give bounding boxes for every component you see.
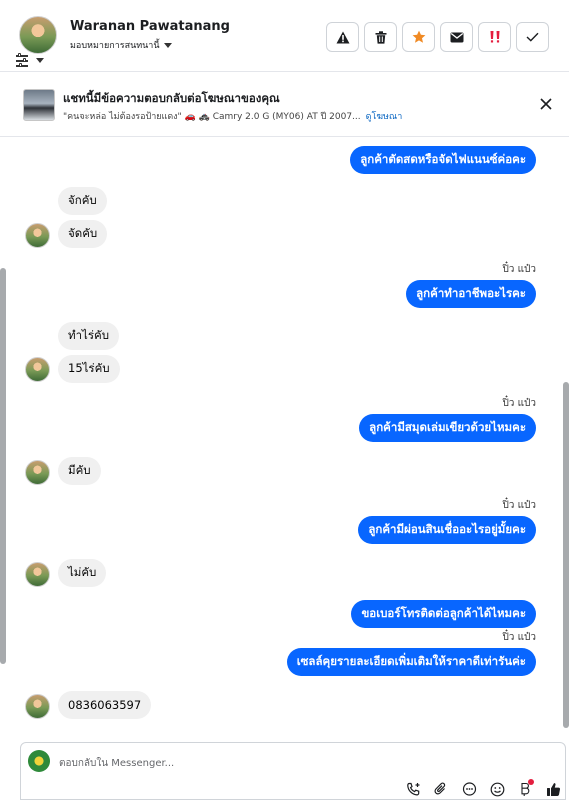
- attachment-icon[interactable]: [431, 781, 451, 797]
- envelope-icon: [450, 32, 463, 42]
- star-button[interactable]: [402, 22, 435, 52]
- trash-icon: [375, 30, 386, 44]
- sliders-icon: [16, 53, 30, 67]
- star-icon: [412, 30, 425, 43]
- delete-button[interactable]: [364, 22, 397, 52]
- message-composer: ตอบกลับใน Messenger...: [20, 742, 566, 800]
- thread-scrollbar[interactable]: [563, 382, 569, 728]
- call-plus-icon[interactable]: [403, 781, 423, 797]
- double-exclamation-icon: [490, 31, 499, 43]
- sender-label: ปิ๋ว แป๋ว: [502, 264, 536, 275]
- reply-input[interactable]: ตอบกลับใน Messenger...: [59, 756, 174, 771]
- smiley-glyph: [490, 782, 504, 796]
- contact-avatar[interactable]: [19, 16, 57, 54]
- report-button[interactable]: [326, 22, 359, 52]
- outgoing-message[interactable]: ลูกค้าทำอาชีพอะไรคะ: [406, 280, 536, 308]
- outgoing-message[interactable]: เซลล์คุยรายละเอียดเพิ่มเติมให้ราคาดีเท่า…: [286, 648, 536, 676]
- message-thread[interactable]: ลูกค้าตัดสดหรือจัดไฟแนนซ์ค่อคะ จักคับ จั…: [0, 138, 569, 738]
- incoming-message[interactable]: จัดคับ: [58, 220, 108, 248]
- incoming-message[interactable]: มีคับ: [58, 457, 101, 485]
- chevron-down-icon: [36, 57, 44, 63]
- contact-avatar-small: [25, 460, 50, 485]
- warning-icon: [336, 31, 349, 43]
- conversation-actions: [326, 22, 549, 52]
- mark-unread-button[interactable]: [440, 22, 473, 52]
- paperclip-glyph: [434, 782, 446, 794]
- incoming-message[interactable]: ทำไร่คับ: [58, 322, 119, 350]
- contact-avatar-small: [25, 223, 50, 248]
- sender-label: ปิ๋ว แป๋ว: [502, 632, 536, 643]
- sender-label: ปิ๋ว แป๋ว: [502, 398, 536, 409]
- chevron-down-icon: [163, 42, 172, 48]
- view-ad-link[interactable]: ดูโฆษณา: [366, 109, 403, 123]
- chat-bubble-glyph: [462, 781, 476, 796]
- composer-tools: [403, 779, 563, 797]
- ad-reply-banner: แชทนี้มีข้อความตอบกลับต่อโฆษณาของคุณ "คน…: [0, 73, 569, 137]
- outgoing-message[interactable]: ลูกค้าตัดสดหรือจัดไฟแนนซ์ค่อคะ: [350, 146, 536, 174]
- notification-dot: [528, 779, 534, 785]
- outgoing-message[interactable]: ขอเบอร์โทรติดต่อลูกค้าได้ไหมคะ: [351, 600, 536, 628]
- assign-label: มอบหมายการสนทนานี้: [70, 41, 160, 51]
- incoming-message[interactable]: จักคับ: [58, 187, 107, 215]
- page-avatar: [28, 750, 50, 772]
- ad-banner-title: แชทนี้มีข้อความตอบกลับต่อโฆษณาของคุณ: [63, 91, 280, 105]
- like-glyph: [546, 782, 560, 796]
- saved-replies-icon[interactable]: [459, 781, 479, 797]
- check-icon: [526, 32, 539, 42]
- ai-assistant-icon[interactable]: [515, 779, 535, 797]
- ad-caption: "คนจะหล่อ ไม่ต้องรอป้ายแดง" 🚗 🚓 Camry 2.…: [63, 112, 361, 122]
- filter-dropdown[interactable]: [16, 53, 44, 67]
- incoming-message[interactable]: 0836063597: [58, 691, 152, 719]
- thumbs-up-icon[interactable]: [543, 781, 563, 797]
- incoming-message[interactable]: ไม่คับ: [58, 559, 107, 587]
- incoming-message[interactable]: 15ไร่คับ: [58, 355, 120, 383]
- spam-button[interactable]: [478, 22, 511, 52]
- outgoing-message[interactable]: ลูกค้ามีสมุดเล่มเขียวด้วยไหมคะ: [359, 414, 536, 442]
- conversation-header: Waranan Pawatanang มอบหมายการสนทนานี้: [0, 0, 569, 72]
- ad-banner-subtitle: "คนจะหล่อ ไม่ต้องรอป้ายแดง" 🚗 🚓 Camry 2.…: [63, 109, 402, 123]
- assign-conversation-dropdown[interactable]: มอบหมายการสนทนานี้: [70, 38, 172, 52]
- close-icon[interactable]: [539, 97, 553, 111]
- emoji-icon[interactable]: [487, 781, 507, 797]
- contact-name[interactable]: Waranan Pawatanang: [70, 19, 230, 34]
- contact-avatar-small: [25, 562, 50, 587]
- mark-done-button[interactable]: [516, 22, 549, 52]
- contact-avatar-small: [25, 357, 50, 382]
- left-scrollbar[interactable]: [0, 268, 6, 664]
- ad-thumbnail[interactable]: [23, 89, 55, 121]
- sender-label: ปิ๋ว แป๋ว: [502, 500, 536, 511]
- phone-icon: [406, 782, 419, 796]
- outgoing-message[interactable]: ลูกค้ามีผ่อนสินเชื่ออะไรอยู่มั้ยคะ: [358, 516, 536, 544]
- contact-avatar-small: [25, 694, 50, 719]
